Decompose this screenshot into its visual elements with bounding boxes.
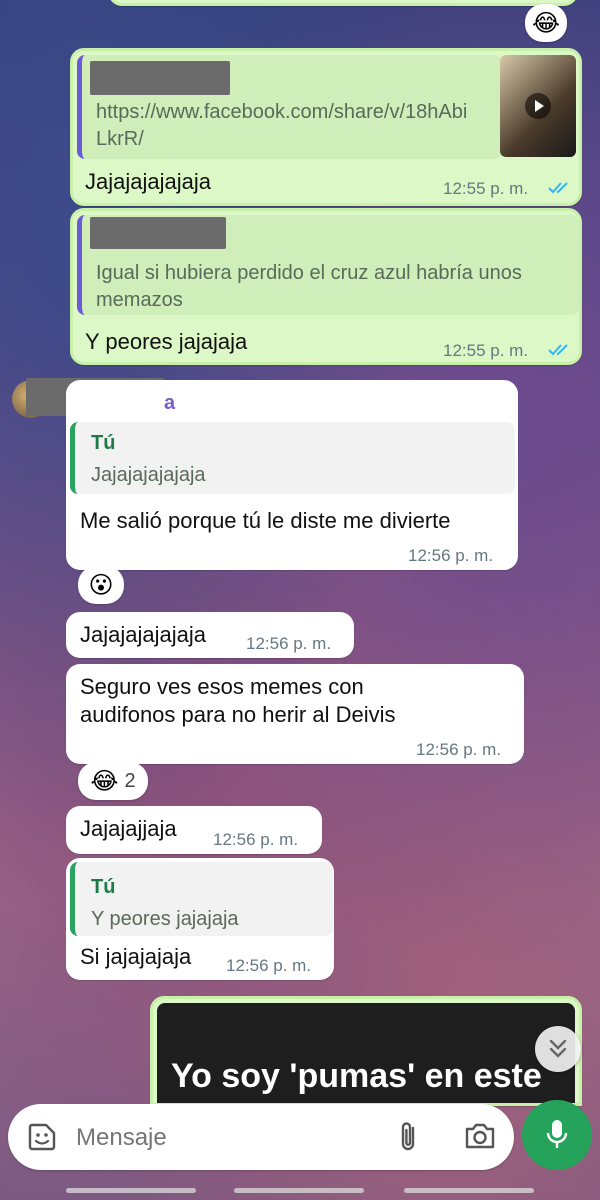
message-input[interactable] <box>74 1118 358 1158</box>
surprised-emoji-icon: 😮 <box>88 571 114 599</box>
message-time: 12:56 p. m. <box>416 740 502 759</box>
message-text-line2: audifonos para no herir al Deivis <box>80 702 396 727</box>
sender-name: a <box>164 392 176 414</box>
mic-button[interactable] <box>522 1100 592 1170</box>
message-time: 12:56 p. m. <box>213 830 299 849</box>
read-ticks-icon <box>548 182 568 194</box>
quoted-text: Igual si hubiera perdido el cruz azul ha… <box>96 262 522 311</box>
message-input-container[interactable] <box>8 1104 514 1170</box>
message-text: Jajajajjaja <box>80 816 177 841</box>
camera-icon[interactable] <box>464 1122 496 1150</box>
quoted-message[interactable]: Tú Y peores jajajaja <box>70 862 333 936</box>
message-bubble-partial[interactable] <box>108 0 578 6</box>
quoted-text: Jajajajajajaja <box>91 464 206 486</box>
composer-bar <box>0 1096 600 1200</box>
incoming-message[interactable]: Jajajajajajaja 12:56 p. m. <box>66 612 354 658</box>
incoming-message[interactable]: Jajajajjaja 12:56 p. m. <box>66 806 322 854</box>
message-text: Y peores jajajaja <box>85 329 248 354</box>
reaction-count: 2 <box>124 769 136 792</box>
incoming-message[interactable]: Tú Y peores jajajaja Si jajajajaja 12:56… <box>66 858 334 980</box>
message-text: Jajajajajajaja <box>85 169 211 194</box>
meme-image[interactable]: Yo soy 'pumas' en este <box>157 1003 575 1103</box>
link-url[interactable]: https://www.facebook.com/share/v/18hAbiL… <box>96 99 476 153</box>
sticker-icon[interactable] <box>26 1121 58 1153</box>
laughing-emoji-icon: 😂 <box>90 767 119 795</box>
scroll-down-button[interactable] <box>535 1026 581 1072</box>
reaction-badge[interactable]: 😂 2 <box>78 762 148 800</box>
reaction-badge[interactable]: 😂 <box>525 4 567 42</box>
outgoing-image-message[interactable]: Yo soy 'pumas' en este <box>150 996 582 1106</box>
message-text: Si jajajajaja <box>80 944 192 969</box>
read-ticks-icon <box>548 344 568 356</box>
play-icon <box>525 93 551 119</box>
microphone-icon <box>546 1120 568 1148</box>
redacted-name <box>90 61 230 95</box>
quoted-message[interactable]: Igual si hubiera perdido el cruz azul ha… <box>77 215 579 315</box>
redacted-name <box>90 217 226 249</box>
reaction-badge[interactable]: 😮 <box>78 566 124 604</box>
double-chevron-down-icon <box>549 1039 567 1058</box>
attach-icon[interactable] <box>396 1120 420 1154</box>
quoted-message[interactable]: Tú Jajajajajajaja <box>70 422 515 494</box>
quoted-author: Tú <box>91 876 116 898</box>
message-time: 12:56 p. m. <box>408 546 494 565</box>
laughing-emoji-icon: 😂 <box>531 9 561 37</box>
video-thumbnail[interactable] <box>500 55 576 157</box>
incoming-message[interactable]: Seguro ves esos memes con audifonos para… <box>66 664 524 764</box>
nav-gesture-bar <box>0 1188 600 1200</box>
message-time: 12:55 p. m. <box>443 179 529 198</box>
message-time: 12:56 p. m. <box>226 956 312 975</box>
link-preview[interactable]: https://www.facebook.com/share/v/18hAbiL… <box>77 55 502 159</box>
message-time: 12:56 p. m. <box>246 634 332 653</box>
outgoing-message[interactable]: https://www.facebook.com/share/v/18hAbiL… <box>70 48 582 206</box>
message-text-line1: Seguro ves esos memes con <box>80 674 364 699</box>
message-text: Jajajajajajaja <box>80 622 206 647</box>
message-text: Me salió porque tú le diste me divierte <box>80 508 451 533</box>
outgoing-message[interactable]: Igual si hubiera perdido el cruz azul ha… <box>70 208 582 365</box>
message-time: 12:55 p. m. <box>443 341 529 360</box>
incoming-message[interactable]: a Tú Jajajajajajaja Me salió porque tú l… <box>66 380 518 570</box>
quoted-text: Y peores jajajaja <box>91 908 239 930</box>
image-caption: Yo soy 'pumas' en este <box>171 1057 542 1095</box>
quoted-author: Tú <box>91 432 116 454</box>
